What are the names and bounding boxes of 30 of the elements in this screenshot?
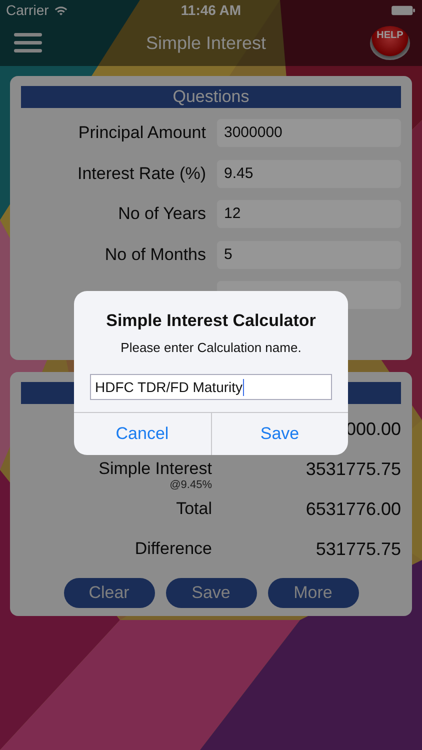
section-header: Questions bbox=[21, 86, 401, 108]
rate-note: @9.45% bbox=[170, 479, 212, 491]
result-label: Simple Interest bbox=[98, 459, 212, 479]
action-button[interactable]: Save bbox=[166, 578, 256, 608]
input-field[interactable]: 3000000 bbox=[217, 119, 401, 147]
field-label: No of Months bbox=[104, 244, 206, 264]
input-field[interactable]: 12 bbox=[217, 200, 401, 228]
name-input-field[interactable]: HDFC TDR/FD Maturity bbox=[90, 374, 332, 400]
field-label: Interest Rate (%) bbox=[76, 164, 206, 184]
input-field[interactable]: 9.45 bbox=[217, 160, 401, 188]
action-button[interactable]: Clear bbox=[64, 578, 154, 608]
carrier-label: Carrier bbox=[6, 2, 49, 18]
field-label: Principal Amount bbox=[77, 123, 206, 143]
dialog-button[interactable]: Save bbox=[210, 413, 348, 455]
result-label: Difference bbox=[134, 539, 212, 559]
screen-title: Simple Interest bbox=[146, 32, 266, 54]
dialog-button[interactable]: Cancel bbox=[74, 413, 210, 455]
result-value: 6531776.00 bbox=[306, 499, 401, 520]
dialog-message: Please enter Calculation name. bbox=[120, 340, 302, 355]
input-field[interactable]: 5 bbox=[217, 240, 401, 268]
result-value: 3531775.75 bbox=[306, 459, 401, 480]
status-time: 11:46 AM bbox=[180, 2, 242, 18]
wifi-icon bbox=[54, 4, 68, 16]
result-label: Total bbox=[176, 499, 212, 519]
dialog-title: Simple Interest Calculator bbox=[106, 311, 316, 331]
action-button[interactable]: More bbox=[268, 578, 358, 608]
result-value: 000.00 bbox=[346, 419, 401, 440]
menu-icon[interactable] bbox=[14, 33, 42, 53]
field-label: No of Years bbox=[117, 204, 206, 224]
result-value: 531775.75 bbox=[316, 539, 401, 560]
